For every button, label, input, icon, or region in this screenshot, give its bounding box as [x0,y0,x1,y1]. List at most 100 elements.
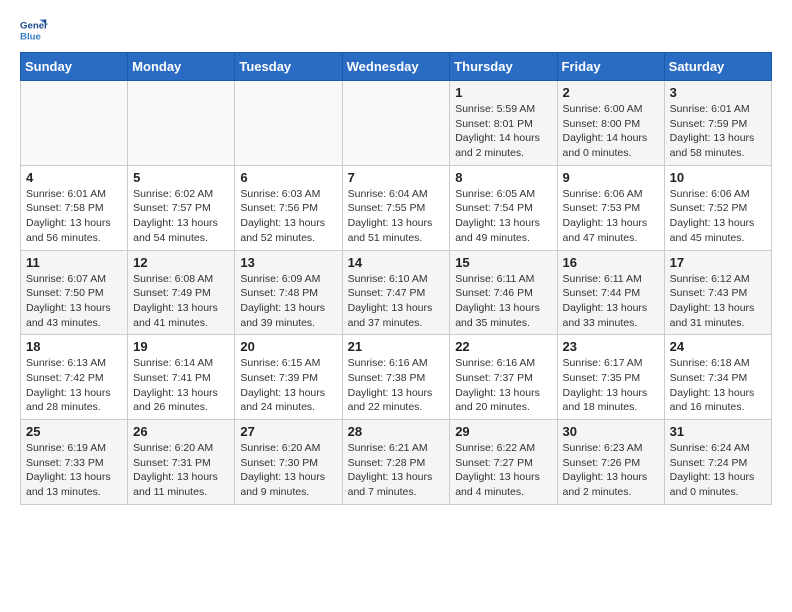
day-content: Sunrise: 6:20 AM Sunset: 7:30 PM Dayligh… [240,441,336,500]
weekday-header-sunday: Sunday [21,53,128,81]
calendar-cell: 7Sunrise: 6:04 AM Sunset: 7:55 PM Daylig… [342,165,450,250]
calendar-cell [235,81,342,166]
calendar-cell: 27 Sunrise: 6:20 AM Sunset: 7:30 PM Dayli… [235,420,342,505]
calendar-cell: 2 Sunrise: 6:00 AM Sunset: 8:00 PM Daylig… [557,81,664,166]
calendar-cell: 26 Sunrise: 6:20 AM Sunset: 7:31 PM Dayli… [128,420,235,505]
calendar-cell: 31 Sunrise: 6:24 AM Sunset: 7:24 PM Dayli… [664,420,771,505]
calendar-cell: 20Sunrise: 6:15 AM Sunset: 7:39 PM Dayli… [235,335,342,420]
day-number: 11 [26,255,122,270]
weekday-header-wednesday: Wednesday [342,53,450,81]
calendar-cell: 18 Sunrise: 6:13 AM Sunset: 7:42 PM Dayli… [21,335,128,420]
day-number: 3 [670,85,766,100]
calendar-cell [21,81,128,166]
calendar-week-2: 4Sunrise: 6:01 AM Sunset: 7:58 PM Daylig… [21,165,772,250]
calendar-cell: 6 Sunrise: 6:03 AM Sunset: 7:56 PM Daylig… [235,165,342,250]
day-number: 2 [563,85,659,100]
day-content: Sunrise: 6:19 AM Sunset: 7:33 PM Dayligh… [26,441,122,500]
day-number: 25 [26,424,122,439]
calendar-cell: 19Sunrise: 6:14 AM Sunset: 7:41 PM Dayli… [128,335,235,420]
day-number: 8 [455,170,551,185]
day-number: 15 [455,255,551,270]
day-number: 16 [563,255,659,270]
day-number: 13 [240,255,336,270]
day-number: 12 [133,255,229,270]
day-content: Sunrise: 5:59 AM Sunset: 8:01 PM Dayligh… [455,102,551,161]
day-number: 26 [133,424,229,439]
day-content: Sunrise: 6:01 AM Sunset: 7:59 PM Dayligh… [670,102,766,161]
day-number: 14 [348,255,445,270]
calendar-cell: 21 Sunrise: 6:16 AM Sunset: 7:38 PM Dayli… [342,335,450,420]
calendar-cell [128,81,235,166]
calendar-cell: 28 Sunrise: 6:21 AM Sunset: 7:28 PM Dayli… [342,420,450,505]
day-content: Sunrise: 6:05 AM Sunset: 7:54 PM Dayligh… [455,187,551,246]
calendar-cell: 12 Sunrise: 6:08 AM Sunset: 7:49 PM Dayli… [128,250,235,335]
calendar-table: SundayMondayTuesdayWednesdayThursdayFrid… [20,52,772,505]
weekday-header-monday: Monday [128,53,235,81]
day-number: 10 [670,170,766,185]
svg-text:Blue: Blue [20,32,41,43]
day-number: 18 [26,339,122,354]
day-number: 27 [240,424,336,439]
day-content: Sunrise: 6:21 AM Sunset: 7:28 PM Dayligh… [348,441,445,500]
calendar-cell: 13 Sunrise: 6:09 AM Sunset: 7:48 PM Dayli… [235,250,342,335]
calendar-cell: 9Sunrise: 6:06 AM Sunset: 7:53 PM Daylig… [557,165,664,250]
calendar-cell: 8 Sunrise: 6:05 AM Sunset: 7:54 PM Daylig… [450,165,557,250]
day-number: 23 [563,339,659,354]
day-content: Sunrise: 6:24 AM Sunset: 7:24 PM Dayligh… [670,441,766,500]
calendar-week-3: 11 Sunrise: 6:07 AM Sunset: 7:50 PM Dayli… [21,250,772,335]
day-number: 30 [563,424,659,439]
day-content: Sunrise: 6:22 AM Sunset: 7:27 PM Dayligh… [455,441,551,500]
header: General Blue [20,16,772,44]
day-content: Sunrise: 6:00 AM Sunset: 8:00 PM Dayligh… [563,102,659,161]
day-number: 4 [26,170,122,185]
day-content: Sunrise: 6:17 AM Sunset: 7:35 PM Dayligh… [563,356,659,415]
calendar-week-4: 18 Sunrise: 6:13 AM Sunset: 7:42 PM Dayli… [21,335,772,420]
day-content: Sunrise: 6:23 AM Sunset: 7:26 PM Dayligh… [563,441,659,500]
day-content: Sunrise: 6:03 AM Sunset: 7:56 PM Dayligh… [240,187,336,246]
calendar-cell [342,81,450,166]
day-number: 24 [670,339,766,354]
calendar-cell: 15 Sunrise: 6:11 AM Sunset: 7:46 PM Dayli… [450,250,557,335]
day-number: 31 [670,424,766,439]
day-content: Sunrise: 6:09 AM Sunset: 7:48 PM Dayligh… [240,272,336,331]
day-number: 17 [670,255,766,270]
calendar-cell: 4Sunrise: 6:01 AM Sunset: 7:58 PM Daylig… [21,165,128,250]
calendar-cell: 11 Sunrise: 6:07 AM Sunset: 7:50 PM Dayli… [21,250,128,335]
weekday-header-friday: Friday [557,53,664,81]
day-content: Sunrise: 6:12 AM Sunset: 7:43 PM Dayligh… [670,272,766,331]
calendar-cell: 22Sunrise: 6:16 AM Sunset: 7:37 PM Dayli… [450,335,557,420]
calendar-cell: 30 Sunrise: 6:23 AM Sunset: 7:26 PM Dayli… [557,420,664,505]
day-content: Sunrise: 6:16 AM Sunset: 7:38 PM Dayligh… [348,356,445,415]
day-content: Sunrise: 6:20 AM Sunset: 7:31 PM Dayligh… [133,441,229,500]
day-number: 22 [455,339,551,354]
day-number: 28 [348,424,445,439]
day-content: Sunrise: 6:11 AM Sunset: 7:44 PM Dayligh… [563,272,659,331]
calendar-week-5: 25 Sunrise: 6:19 AM Sunset: 7:33 PM Dayli… [21,420,772,505]
calendar-cell: 3 Sunrise: 6:01 AM Sunset: 7:59 PM Daylig… [664,81,771,166]
calendar-week-1: 1 Sunrise: 5:59 AM Sunset: 8:01 PM Daylig… [21,81,772,166]
weekday-header-thursday: Thursday [450,53,557,81]
day-content: Sunrise: 6:18 AM Sunset: 7:34 PM Dayligh… [670,356,766,415]
day-content: Sunrise: 6:06 AM Sunset: 7:52 PM Dayligh… [670,187,766,246]
calendar-cell: 25 Sunrise: 6:19 AM Sunset: 7:33 PM Dayli… [21,420,128,505]
day-content: Sunrise: 6:15 AM Sunset: 7:39 PM Dayligh… [240,356,336,415]
day-number: 7 [348,170,445,185]
calendar-cell: 23 Sunrise: 6:17 AM Sunset: 7:35 PM Dayli… [557,335,664,420]
day-number: 6 [240,170,336,185]
day-content: Sunrise: 6:10 AM Sunset: 7:47 PM Dayligh… [348,272,445,331]
day-content: Sunrise: 6:11 AM Sunset: 7:46 PM Dayligh… [455,272,551,331]
calendar-cell: 10 Sunrise: 6:06 AM Sunset: 7:52 PM Dayli… [664,165,771,250]
day-content: Sunrise: 6:06 AM Sunset: 7:53 PM Dayligh… [563,187,659,246]
calendar-cell: 5Sunrise: 6:02 AM Sunset: 7:57 PM Daylig… [128,165,235,250]
day-number: 5 [133,170,229,185]
day-content: Sunrise: 6:07 AM Sunset: 7:50 PM Dayligh… [26,272,122,331]
day-number: 21 [348,339,445,354]
weekday-header-row: SundayMondayTuesdayWednesdayThursdayFrid… [21,53,772,81]
logo: General Blue [20,16,48,44]
day-number: 1 [455,85,551,100]
day-content: Sunrise: 6:08 AM Sunset: 7:49 PM Dayligh… [133,272,229,331]
calendar-cell: 1 Sunrise: 5:59 AM Sunset: 8:01 PM Daylig… [450,81,557,166]
day-content: Sunrise: 6:13 AM Sunset: 7:42 PM Dayligh… [26,356,122,415]
logo-icon: General Blue [20,16,48,44]
calendar-cell: 14 Sunrise: 6:10 AM Sunset: 7:47 PM Dayli… [342,250,450,335]
